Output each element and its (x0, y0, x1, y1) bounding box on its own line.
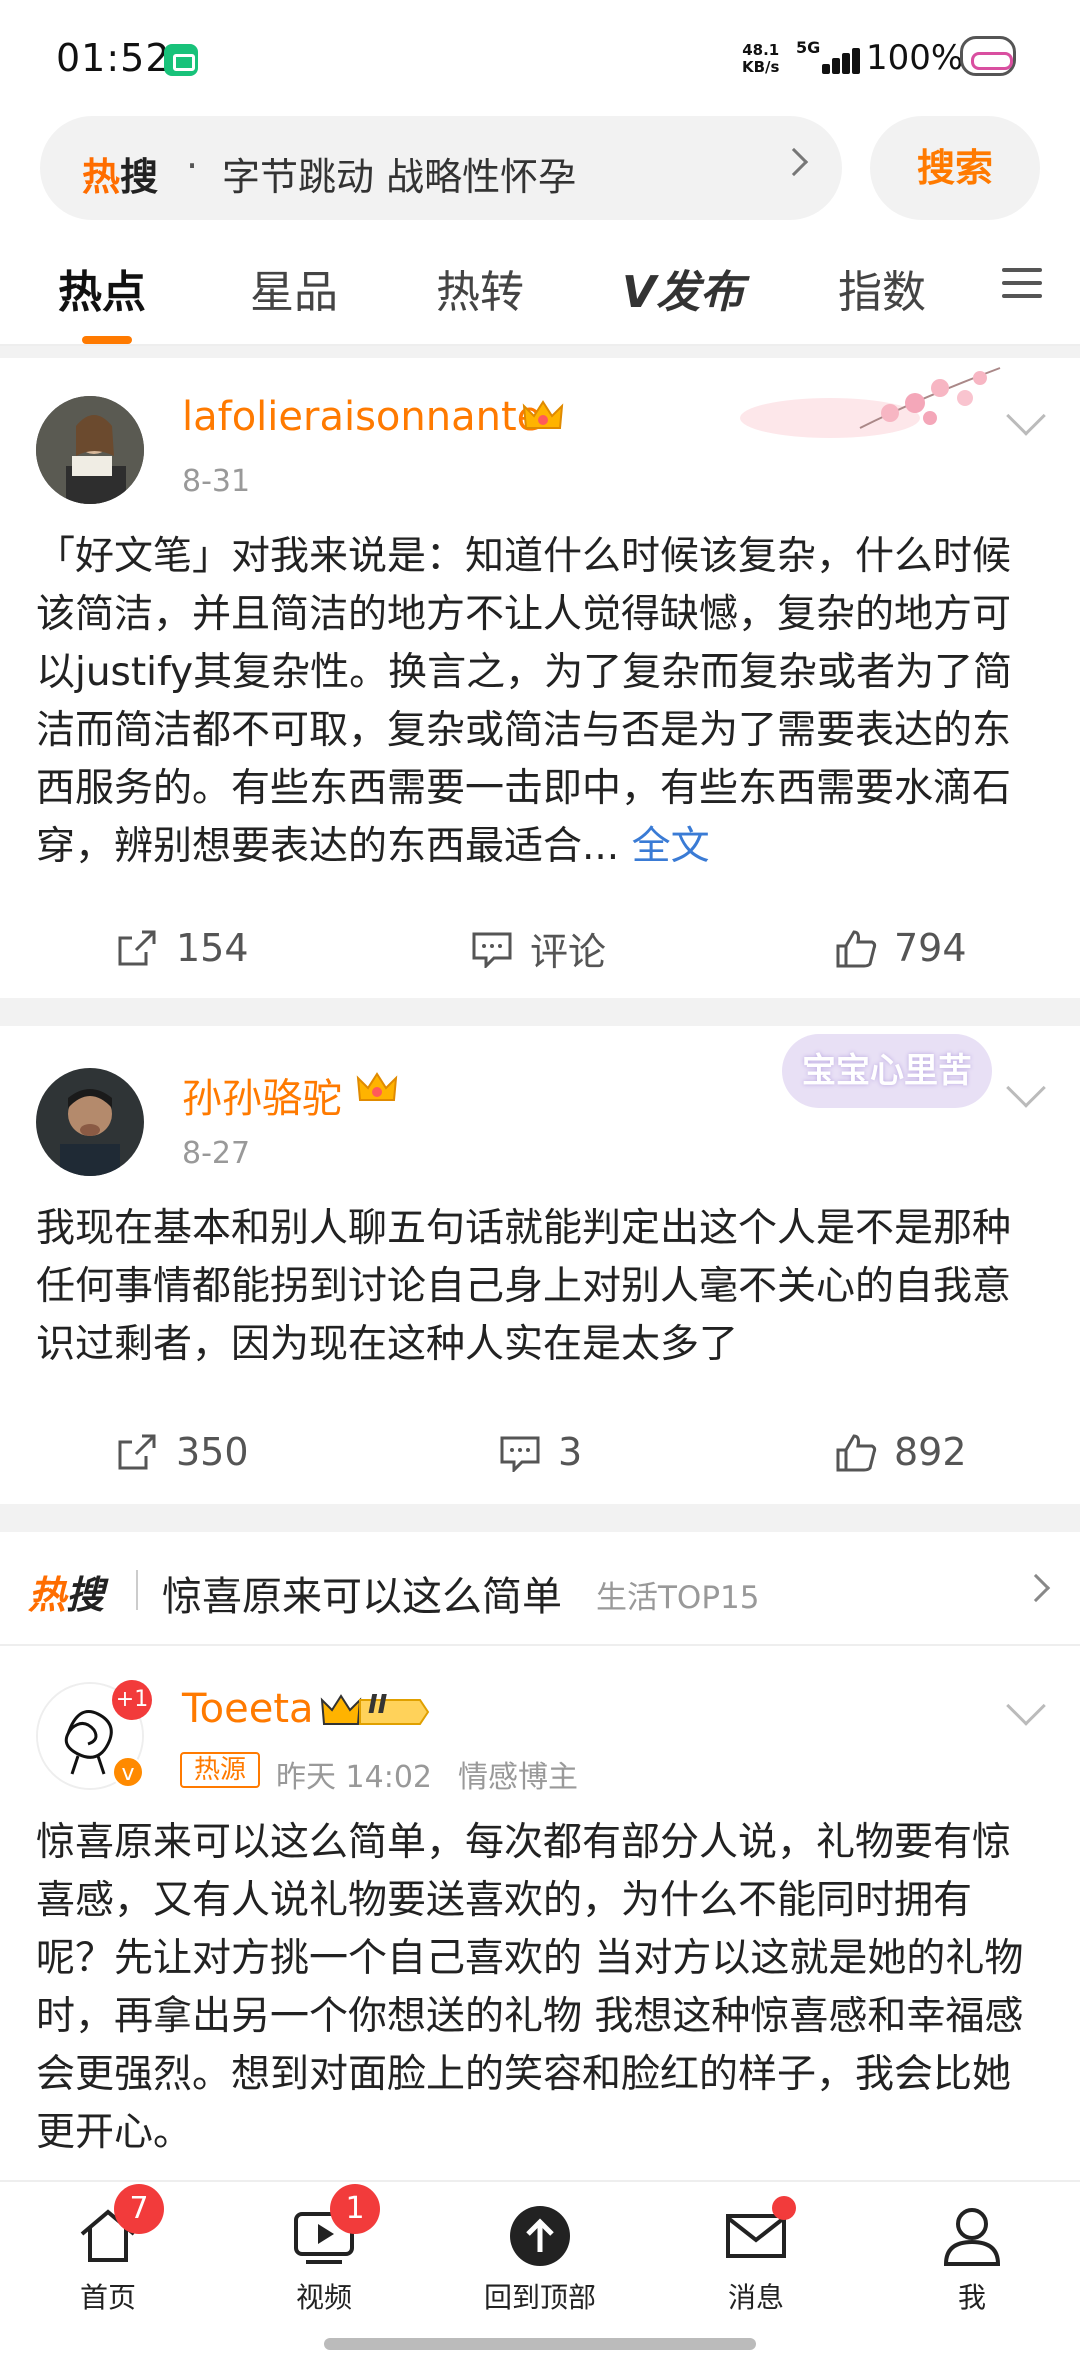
status-time: 01:52 (56, 36, 171, 80)
membership-level: II (368, 1690, 388, 1720)
signal-icon (808, 48, 860, 74)
like-icon (836, 930, 877, 968)
home-badge: 7 (114, 2184, 164, 2234)
search-bar[interactable]: 热搜 · 字节跳动 战略性怀孕 (40, 116, 842, 220)
menu-icon[interactable] (1002, 266, 1042, 300)
comment-label: 评论 (530, 929, 607, 974)
author-role: 情感博主 (458, 1760, 578, 1795)
post-time: 昨天 14:02 (276, 1760, 432, 1795)
repost-button[interactable]: 154 (116, 918, 249, 978)
post-actions: 350 3 892 (0, 1422, 1080, 1482)
network-speed-unit: KB/s (742, 58, 780, 76)
tab-hot[interactable]: 热点 (58, 256, 146, 320)
post-username[interactable]: Toeeta (182, 1686, 314, 1732)
nav-back-to-top[interactable]: 回到顶部 (470, 2204, 610, 2316)
comment-icon (472, 932, 512, 968)
section-divider (0, 346, 1080, 358)
post-options-chevron[interactable] (1006, 1686, 1046, 1726)
comment-icon (500, 1436, 540, 1472)
message-app-icon (164, 44, 198, 76)
nav-label: 视频 (295, 2281, 352, 2314)
active-tab-indicator (82, 336, 132, 344)
comment-count: 3 (558, 1430, 583, 1474)
network-speed: 48.1 KB/s (742, 42, 779, 76)
avatar-notification-badge: +1 (112, 1680, 152, 1720)
repost-button[interactable]: 350 (116, 1422, 249, 1482)
repost-count: 154 (176, 926, 249, 970)
nav-label: 回到顶部 (483, 2281, 596, 2314)
nav-label: 首页 (79, 2281, 136, 2314)
nav-label: 消息 (727, 2281, 784, 2314)
post-options-chevron[interactable] (1006, 1068, 1046, 1108)
nav-video[interactable]: 1 视频 (254, 2184, 394, 2316)
hot-topic-title: 惊喜原来可以这么简单 (162, 1574, 562, 1620)
like-button[interactable]: 794 (834, 918, 967, 978)
post-card: lafolieraisonnante 8-31 「好文笔」对我来说是：知道什么时… (0, 358, 1080, 998)
tab-repost[interactable]: 热转 (436, 256, 524, 320)
divider (136, 1570, 138, 1610)
sticker-text: 宝宝心里苦 (782, 1034, 992, 1108)
post-username[interactable]: 孙孙骆驼 (182, 1066, 342, 1124)
repost-icon (118, 1434, 156, 1470)
cherry-blossom-decoration (740, 367, 1001, 438)
hot-search-logo: 热搜 (28, 1573, 105, 1617)
post-username[interactable]: lafolieraisonnante (182, 394, 541, 440)
post-card: +1 v Toeeta II 热源 昨天 14:02 情感博主 惊喜原来可以这么… (0, 1646, 1080, 2180)
nav-home[interactable]: 7 首页 (38, 2184, 178, 2316)
hot-topic-tag: 生活TOP15 (596, 1580, 760, 1616)
post-date: 8-27 (182, 1136, 251, 1171)
like-count: 892 (894, 1430, 967, 1474)
cartoon-face-icon (960, 36, 1016, 76)
section-divider (0, 1504, 1080, 1532)
post-card: 孙孙骆驼 8-27 宝宝心里苦 我现在基本和别人聊五句话就能判定出这个人是不是那… (0, 1026, 1080, 1504)
post-actions: 154 评论 794 (0, 918, 1080, 978)
network-speed-value: 48.1 (742, 41, 780, 59)
status-bar: 01:52 48.1 KB/s 5G 100% (0, 0, 1080, 110)
chevron-right-icon (1021, 1573, 1051, 1603)
like-count: 794 (894, 926, 967, 970)
crown-icon (522, 400, 564, 429)
post-body: 我现在基本和别人聊五句话就能判定出这个人是不是那种任何事情都能拐到讨论自己身上对… (36, 1206, 1012, 1367)
search-button[interactable]: 搜索 (870, 116, 1040, 220)
avatar[interactable] (36, 1068, 144, 1176)
tab-publish[interactable]: V发布 (622, 256, 744, 320)
search-separator: · (186, 144, 199, 188)
tab-bar: 热点 星品 热转 V发布 指数 (0, 236, 1080, 346)
hot-search-logo: 热搜 (82, 155, 159, 199)
arrow-up-icon (510, 2206, 570, 2266)
battery-level: 100% (866, 38, 964, 78)
repost-icon (118, 930, 156, 966)
tab-star[interactable]: 星品 (250, 256, 338, 320)
nav-messages[interactable]: 消息 (686, 2196, 826, 2316)
post-date: 8-31 (182, 464, 251, 499)
repost-count: 350 (176, 1430, 249, 1474)
section-divider (0, 998, 1080, 1026)
avatar[interactable] (36, 396, 144, 504)
nav-profile[interactable]: 我 (902, 2204, 1042, 2316)
source-badge: 热源 (180, 1752, 260, 1788)
comment-button[interactable]: 评论 (470, 918, 606, 978)
post-body: 惊喜原来可以这么简单，每次都有部分人说，礼物要有惊喜感，又有人说礼物要送喜欢的，… (36, 1820, 1024, 2155)
profile-icon (943, 2208, 1001, 2266)
crown-icon (356, 1072, 398, 1101)
messages-dot (772, 2196, 796, 2220)
post-options-chevron[interactable] (1006, 396, 1046, 436)
hot-topic-row[interactable]: 热搜 惊喜原来可以这么简单 生活TOP15 (0, 1532, 1080, 1646)
video-badge: 1 (330, 2184, 380, 2234)
comment-button[interactable]: 3 (498, 1422, 582, 1482)
like-button[interactable]: 892 (834, 1422, 967, 1482)
verified-badge-icon: v (112, 1756, 144, 1788)
chevron-right-icon (779, 147, 809, 177)
nav-label: 我 (957, 2281, 986, 2314)
search-query: 字节跳动 战略性怀孕 (222, 155, 577, 199)
tab-index[interactable]: 指数 (838, 256, 926, 320)
post-body: 「好文笔」对我来说是：知道什么时候该复杂，什么时候该简洁，并且简洁的地方不让人觉… (36, 534, 1013, 869)
like-icon (836, 1434, 877, 1472)
home-indicator[interactable] (324, 2338, 756, 2350)
read-more-link[interactable]: 全文 (632, 824, 710, 869)
